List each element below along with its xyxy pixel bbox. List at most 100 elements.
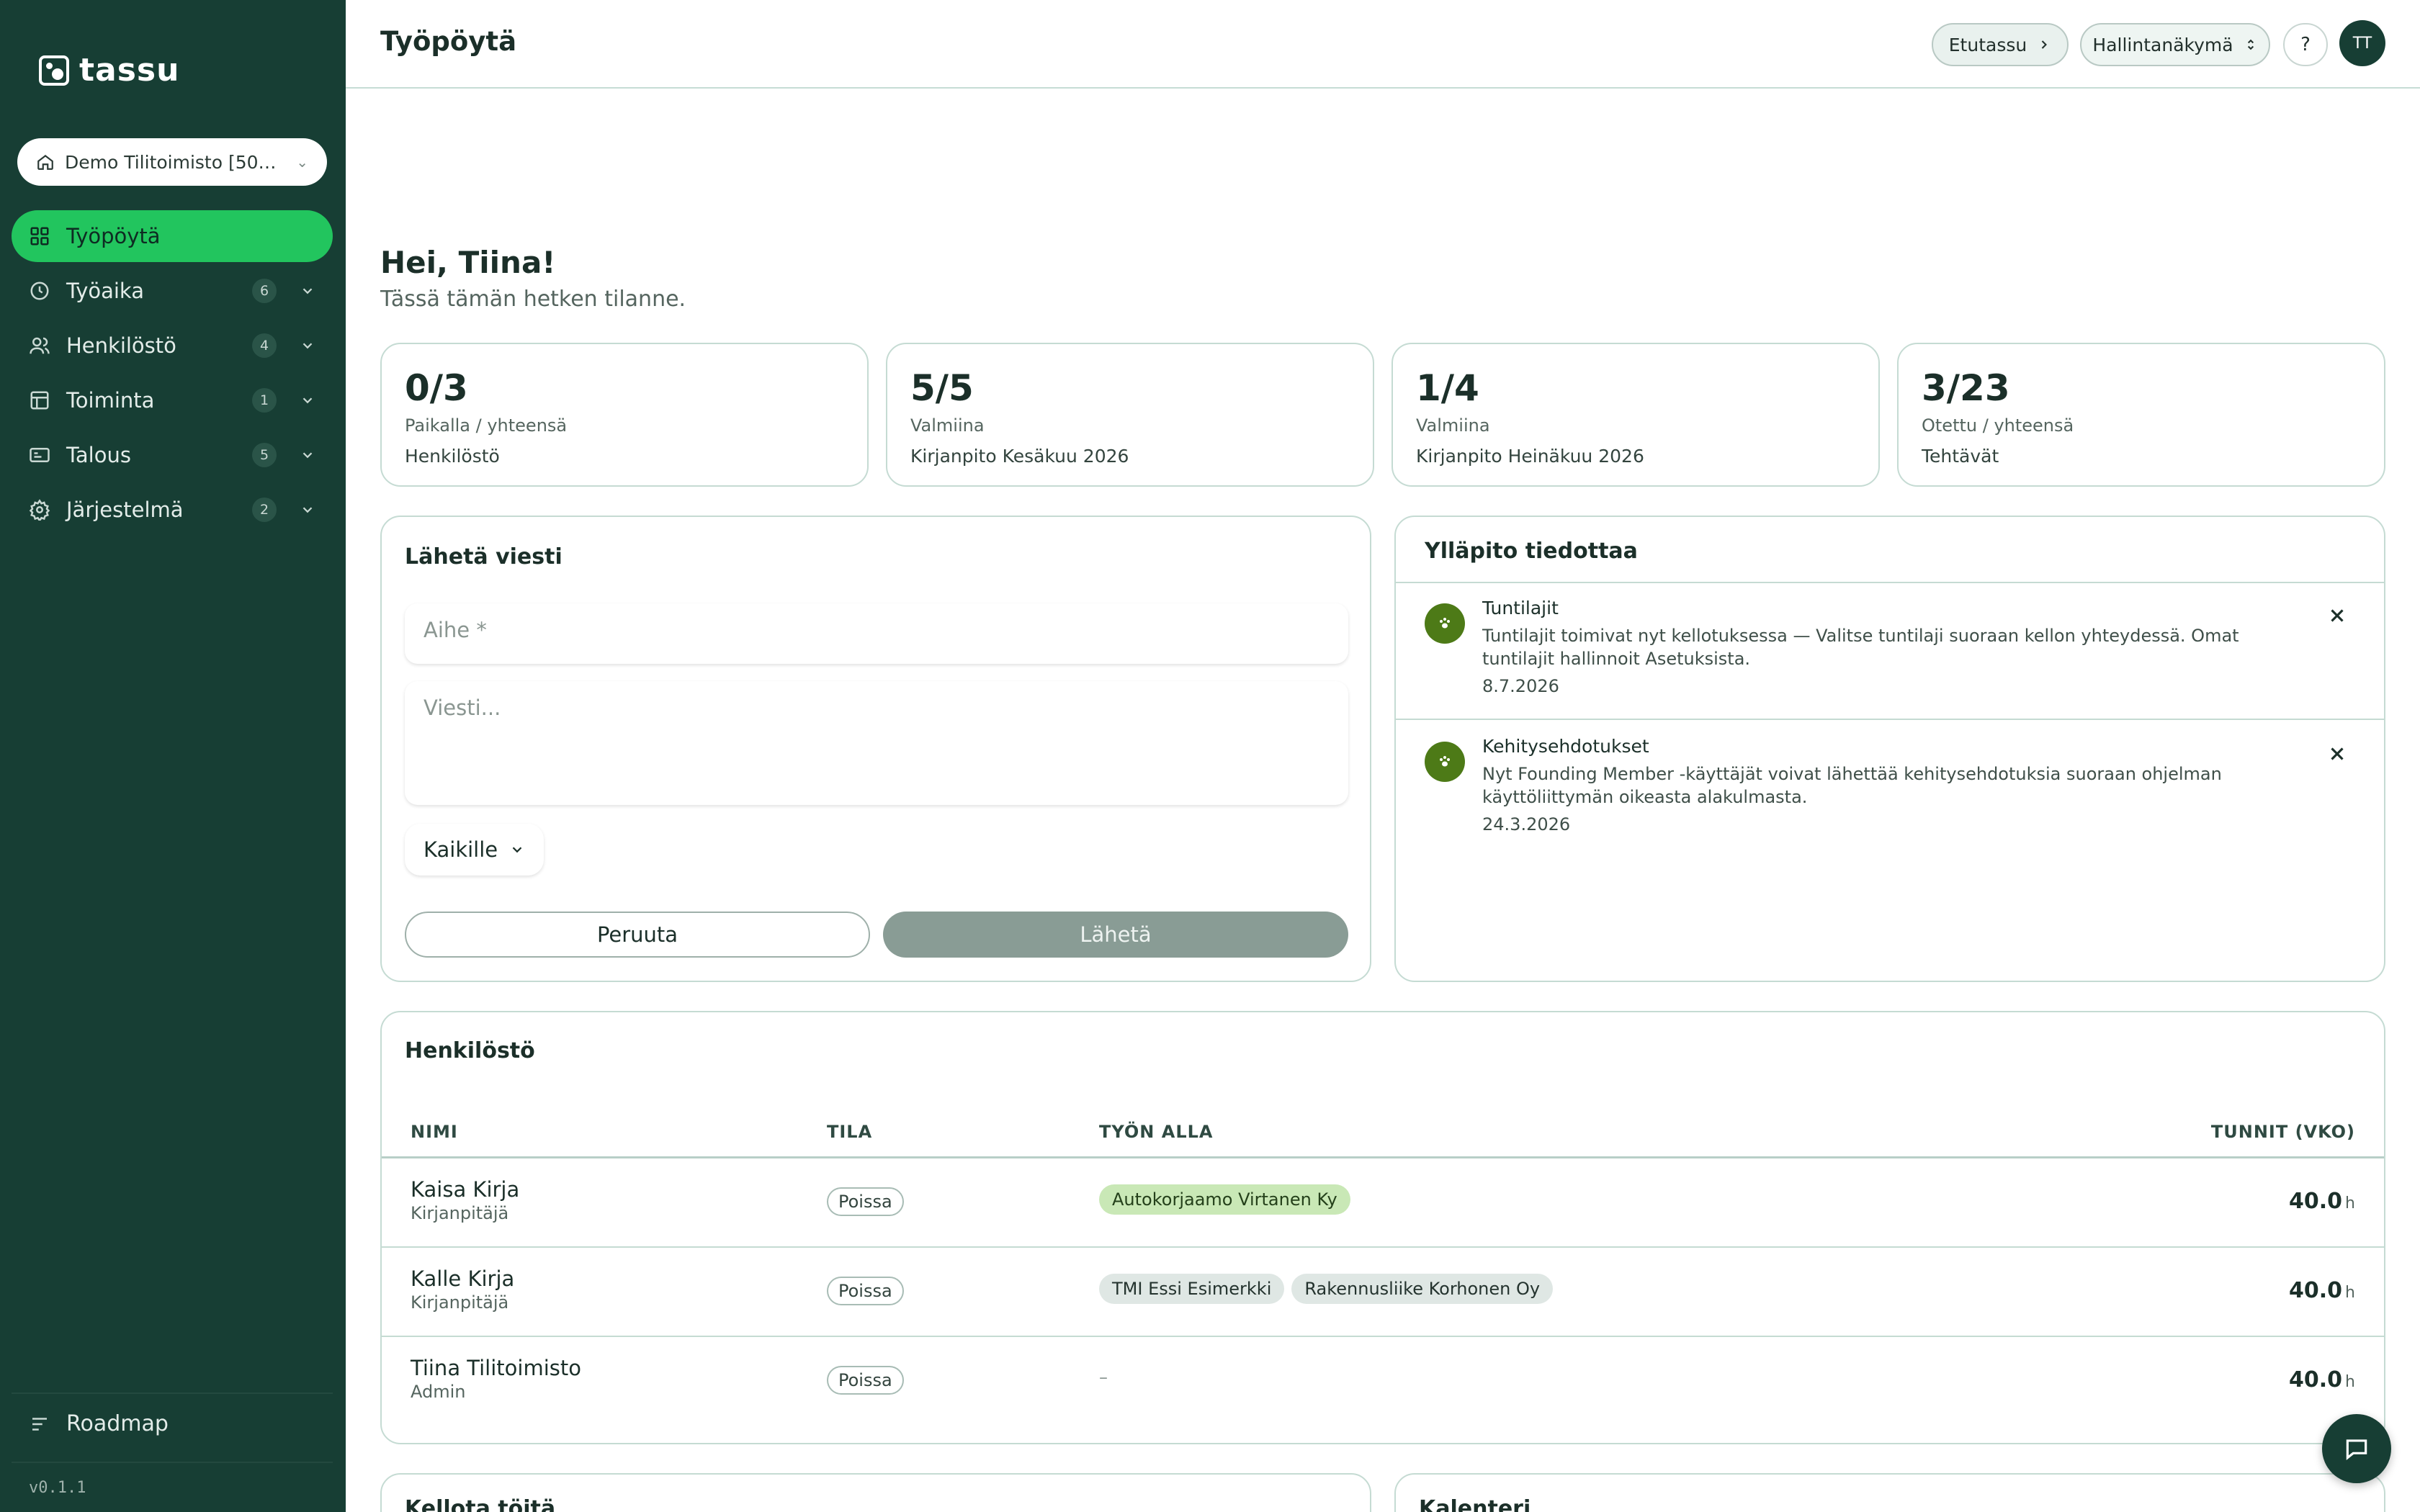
- chevron-down-icon[interactable]: [292, 392, 315, 408]
- stat-card-attendance[interactable]: 0/3 Paikalla / yhteensä Henkilöstö: [380, 343, 869, 487]
- card-icon: [29, 444, 50, 466]
- nav-item-tyopoyta[interactable]: Työpöytä: [12, 210, 333, 262]
- close-icon[interactable]: [2326, 605, 2348, 626]
- person-role: Admin: [411, 1382, 466, 1402]
- announcement-title: Kehitysehdotukset: [1482, 736, 1649, 757]
- chevron-up-down-icon: [2244, 37, 2258, 52]
- message-textarea[interactable]: Viesti...: [405, 681, 1348, 805]
- stat-card-tasks[interactable]: 3/23 Otettu / yhteensä Tehtävät: [1897, 343, 2385, 487]
- nav-item-talous[interactable]: Talous 5: [12, 429, 333, 481]
- nav-item-toiminta[interactable]: Toiminta 1: [12, 374, 333, 426]
- nav-item-tyoaika[interactable]: Työaika 6: [12, 265, 333, 317]
- stat-label: Valmiina: [910, 415, 985, 436]
- page-title: Työpöytä: [380, 26, 517, 57]
- stat-label: Paikalla / yhteensä: [405, 415, 568, 436]
- home-icon: [36, 153, 55, 171]
- stat-label: Valmiina: [1416, 415, 1490, 436]
- chevron-down-icon[interactable]: [292, 338, 315, 354]
- etutassu-label: Etutassu: [1948, 34, 2027, 55]
- grid-icon: [29, 225, 50, 247]
- view-mode-select[interactable]: Hallintanäkymä: [2080, 23, 2270, 66]
- person-name: Tiina Tilitoimisto: [411, 1356, 581, 1380]
- cancel-button[interactable]: Peruuta: [405, 912, 870, 958]
- hours-value: 40.0: [2289, 1367, 2343, 1392]
- table-row[interactable]: Tiina Tilitoimisto Admin Poissa – 40.0 h: [382, 1337, 2384, 1425]
- nav-label: Henkilöstö: [66, 333, 176, 358]
- subject-input[interactable]: Aihe *: [405, 603, 1348, 664]
- calendar-card: Kalenteri: [1394, 1473, 2385, 1512]
- recipient-select[interactable]: Kaikille: [405, 824, 544, 876]
- version-label: v0.1.1: [29, 1479, 86, 1497]
- gear-icon: [29, 499, 50, 521]
- status-badge: Poissa: [827, 1277, 904, 1305]
- hours-unit: h: [2345, 1194, 2355, 1212]
- paw-icon: [1425, 603, 1465, 644]
- clock-icon: [29, 280, 50, 302]
- nav-label: Työpöytä: [66, 224, 161, 248]
- column-header-name[interactable]: NIMI: [411, 1122, 458, 1142]
- table-icon: [29, 390, 50, 411]
- nav-count-badge: 2: [252, 498, 277, 522]
- announcement-title: Tuntilajit: [1482, 598, 1559, 618]
- announcement-item: Kehitysehdotukset Nyt Founding Member -k…: [1396, 721, 2384, 858]
- help-button[interactable]: ?: [2283, 23, 2328, 66]
- column-header-status[interactable]: TILA: [827, 1122, 872, 1142]
- announcements-card: Ylläpito tiedottaa Tuntilajit Tuntilajit…: [1394, 516, 2385, 982]
- project-tags: Autokorjaamo Virtanen Ky: [1099, 1184, 1350, 1215]
- table-row[interactable]: Kaisa Kirja Kirjanpitäjä Poissa Autokorj…: [382, 1158, 2384, 1246]
- etutassu-button[interactable]: Etutassu: [1932, 23, 2069, 66]
- nav-label: Työaika: [66, 279, 144, 303]
- hours-value: 40.0: [2289, 1189, 2343, 1214]
- organization-name: Demo Tilitoimisto [50c1...: [65, 151, 287, 173]
- list-icon: [29, 1413, 50, 1435]
- chevron-down-icon[interactable]: [292, 283, 315, 299]
- paw-logo-icon: [39, 55, 69, 86]
- nav-label: Talous: [66, 443, 131, 467]
- nav-count-badge: 5: [252, 443, 277, 467]
- weekly-hours: 40.0 h: [2289, 1367, 2355, 1392]
- nav-item-henkilosto[interactable]: Henkilöstö 4: [12, 320, 333, 372]
- roadmap-link[interactable]: Roadmap: [29, 1411, 169, 1436]
- greeting-title: Hei, Tiina!: [380, 245, 556, 280]
- stat-card-bookkeeping-july[interactable]: 1/4 Valmiina Kirjanpito Heinäkuu 2026: [1392, 343, 1880, 487]
- organization-selector[interactable]: Demo Tilitoimisto [50c1... ⌄: [17, 138, 327, 186]
- clock-work-card: Kellota töitä: [380, 1473, 1371, 1512]
- chat-button[interactable]: [2322, 1414, 2391, 1483]
- status-badge: Poissa: [827, 1366, 904, 1395]
- view-mode-label: Hallintanäkymä: [2092, 34, 2233, 55]
- send-message-card: Lähetä viesti Aihe * Viesti... Kaikille …: [380, 516, 1371, 982]
- chevron-down-icon[interactable]: [292, 502, 315, 518]
- brand-logo[interactable]: tassu: [39, 52, 179, 89]
- table-row[interactable]: Kalle Kirja Kirjanpitäjä Poissa TMI Essi…: [382, 1248, 2384, 1336]
- no-projects-placeholder: –: [1099, 1367, 1108, 1387]
- users-icon: [29, 335, 50, 356]
- project-tags: TMI Essi Esimerkki Rakennusliike Korhone…: [1099, 1274, 1554, 1304]
- chevron-down-icon: [509, 842, 525, 858]
- nav-count-badge: 1: [252, 388, 277, 413]
- project-tag[interactable]: Autokorjaamo Virtanen Ky: [1099, 1184, 1350, 1215]
- hours-unit: h: [2345, 1373, 2355, 1391]
- top-header: Työpöytä Etutassu Hallintanäkymä ? TT: [346, 0, 2420, 89]
- chevron-down-icon: ⌄: [296, 153, 308, 171]
- close-icon[interactable]: [2326, 743, 2348, 765]
- paw-icon: [1425, 742, 1465, 782]
- help-icon: ?: [2300, 34, 2311, 55]
- card-title: Lähetä viesti: [405, 544, 563, 570]
- chevron-down-icon[interactable]: [292, 447, 315, 463]
- staff-card: Henkilöstö NIMI TILA TYÖN ALLA TUNNIT (V…: [380, 1011, 2385, 1444]
- card-title: Kellota töitä: [405, 1496, 556, 1512]
- nav-count-badge: 6: [252, 279, 277, 303]
- stat-subtitle: Kirjanpito Kesäkuu 2026: [910, 446, 1129, 467]
- column-header-hours[interactable]: TUNNIT (VKO): [2211, 1122, 2355, 1142]
- stat-value: 5/5: [910, 367, 974, 409]
- column-header-working-on[interactable]: TYÖN ALLA: [1099, 1122, 1213, 1142]
- brand-name: tassu: [79, 52, 180, 89]
- nav-label: Toiminta: [66, 388, 155, 413]
- stat-card-bookkeeping-june[interactable]: 5/5 Valmiina Kirjanpito Kesäkuu 2026: [886, 343, 1374, 487]
- nav-item-jarjestelma[interactable]: Järjestelmä 2: [12, 484, 333, 536]
- project-tag[interactable]: Rakennusliike Korhonen Oy: [1291, 1274, 1554, 1304]
- person-role: Kirjanpitäjä: [411, 1203, 509, 1223]
- project-tag[interactable]: TMI Essi Esimerkki: [1099, 1274, 1285, 1304]
- send-button[interactable]: Lähetä: [883, 912, 1348, 958]
- avatar[interactable]: TT: [2339, 20, 2385, 66]
